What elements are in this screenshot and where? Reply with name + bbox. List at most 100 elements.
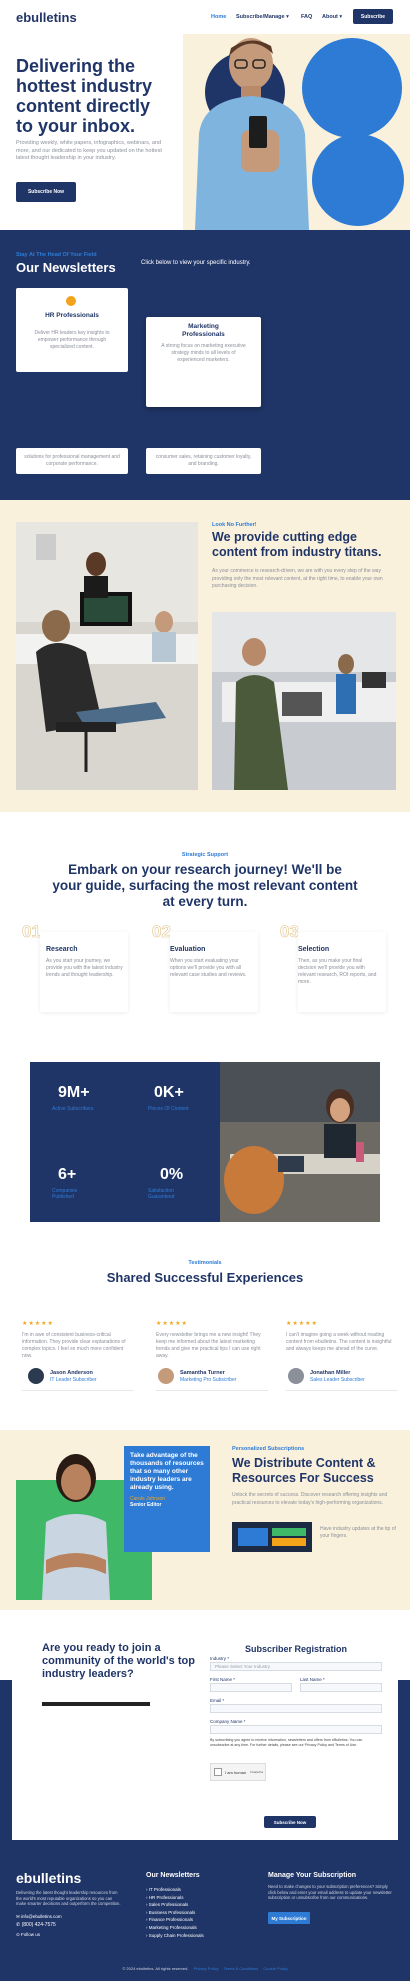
avatar	[28, 1368, 44, 1384]
cookie-link[interactable]: Cookie Policy	[263, 1966, 287, 1971]
stat-label: Companies Published	[52, 1188, 78, 1200]
nav-home[interactable]: Home	[211, 14, 226, 20]
nav-about[interactable]: About ▾	[322, 14, 342, 20]
footer-logo[interactable]: ebulletins	[16, 1870, 81, 1886]
testimonial-card: ★★★★★ I'm in awe of consistent business-…	[22, 1320, 134, 1410]
avatar	[158, 1368, 174, 1384]
newsletter-card-lower-1[interactable]: solutions for professional management an…	[16, 448, 128, 474]
card-title: HR Professionals	[45, 312, 99, 319]
hero-subscribe-button[interactable]: Subscribe Now	[16, 182, 76, 202]
step-title: Selection	[298, 946, 330, 953]
footer-phone[interactable]: ✆ (800) 424-7575	[16, 1922, 56, 1928]
my-subscription-button[interactable]: My Subscription	[268, 1912, 310, 1924]
stat-value: 6+	[58, 1166, 77, 1183]
office-photo-right	[212, 612, 396, 790]
logo[interactable]: ebulletins	[16, 10, 77, 25]
registration-panel: Are you ready to join a community of the…	[12, 1622, 398, 1840]
first-name-input[interactable]	[210, 1683, 292, 1692]
step-desc: As you start your journey, we provide yo…	[46, 958, 123, 978]
company-label: Company Name *	[210, 1719, 246, 1724]
email-field[interactable]	[210, 1704, 382, 1713]
testimonial-role: Marketing Pro Subscriber	[180, 1377, 237, 1383]
step-desc: When you start evaluating your options w…	[170, 958, 247, 978]
footer-newsletter-link[interactable]: › Supply Chain Professionals	[146, 1932, 204, 1940]
last-name-input[interactable]	[300, 1683, 382, 1692]
distribute-kicker: Personalized Subscriptions	[232, 1446, 305, 1452]
card-desc: solutions for professional management an…	[24, 454, 120, 467]
step-number: 03	[280, 922, 300, 942]
captcha-widget[interactable]: I am human hCaptcha	[210, 1763, 266, 1781]
card-title: Marketing Professionals	[182, 323, 225, 338]
register-submit-button[interactable]: Subscribe Now	[264, 1816, 316, 1828]
copyright: © 2024 ebulletins. All rights reserved.	[122, 1966, 189, 1971]
footer-newsletter-link[interactable]: › IT Professionals	[146, 1886, 204, 1894]
callout-box: Take advantage of the thousands of resou…	[124, 1446, 210, 1552]
newsletter-card-lower-2[interactable]: consumer sales, retaining customer loyal…	[146, 448, 261, 474]
privacy-link[interactable]: Privacy Policy	[194, 1966, 219, 1971]
testimonial-quote: I'm in awe of consistent business-critic…	[22, 1332, 126, 1359]
journey-title: Embark on your research journey! We'll b…	[52, 862, 358, 909]
stat-value: 9M+	[58, 1084, 90, 1101]
step-number: 01	[22, 922, 42, 942]
journey-step-evaluation: 02 Evaluation When you start evaluating …	[152, 922, 258, 1012]
stats-office-photo	[220, 1062, 380, 1222]
hero-blue-circle-2	[312, 134, 404, 226]
newsletters-kicker: Stay At The Head Of Your Field	[16, 252, 97, 258]
step-title: Evaluation	[170, 946, 206, 953]
industry-select[interactable]: Please Select Your Industry	[210, 1662, 382, 1671]
footer-newsletter-link[interactable]: › Business Professionals	[146, 1909, 204, 1917]
stat-value: 0K+	[154, 1084, 184, 1101]
footer-newsletter-link[interactable]: › Finance Professionals	[146, 1916, 204, 1924]
testimonials-kicker: Testimonials	[188, 1260, 222, 1266]
rating-stars: ★★★★★	[286, 1321, 318, 1327]
site-header: ebulletins Home Subscribe/Manage ▾ FAQ A…	[0, 0, 410, 34]
step-title: Research	[46, 946, 78, 953]
newsletters-section: Stay At The Head Of Your Field Our Newsl…	[0, 230, 410, 500]
cutting-title: We provide cutting edge content from ind…	[212, 530, 382, 559]
cutting-kicker: Look No Further!	[212, 522, 257, 528]
newsletters-instruction: Click below to view your specific indust…	[141, 260, 251, 266]
nav-subscribe-manage[interactable]: Subscribe/Manage ▾	[236, 14, 289, 20]
header-subscribe-button[interactable]: Subscribe	[353, 9, 393, 24]
distribute-title: We Distribute Content & Resources For Su…	[232, 1456, 376, 1485]
footer-manage-body: Need to make changes to your subscriptio…	[268, 1884, 392, 1901]
journey-section: Strategic Support Embark on your researc…	[0, 812, 410, 1052]
footer-newsletter-link[interactable]: › HR Professionals	[146, 1894, 204, 1902]
hr-icon	[66, 296, 76, 306]
avatar	[288, 1368, 304, 1384]
testimonial-quote: Every newsletter brings me a new insight…	[156, 1332, 261, 1359]
company-input[interactable]	[210, 1725, 382, 1734]
form-title: Subscriber Registration	[244, 1644, 348, 1654]
footer-about: Delivering the latest thought leadership…	[16, 1890, 121, 1907]
footer-newsletter-link[interactable]: › Sales Professionals	[146, 1901, 204, 1909]
first-name-label: First Name *	[210, 1677, 236, 1682]
nav-faq[interactable]: FAQ	[301, 14, 312, 20]
footer-follow[interactable]: ⊙ Follow us	[16, 1932, 40, 1938]
chevron-down-icon: ▾	[339, 14, 343, 20]
thumbnail-caption: Have industry updates at the tip of your…	[320, 1526, 396, 1539]
footer-newsletter-link[interactable]: › Marketing Professionals	[146, 1924, 204, 1932]
journey-step-selection: 03 Selection Then, as you make your fina…	[280, 922, 386, 1012]
last-name-label: Last Name *	[300, 1677, 325, 1682]
newsletter-card-marketing[interactable]: Marketing Professionals A strong focus o…	[146, 317, 261, 407]
cutting-body: As your commerce is research-driven, we …	[212, 568, 383, 589]
legal-text: By subscribing you agree to receive info…	[210, 1738, 363, 1747]
footer-email[interactable]: ✉ info@ebulletins.com	[16, 1914, 62, 1920]
stat-label: Satisfaction Guaranteed	[148, 1188, 175, 1200]
hero-body: Providing weekly, white papers, infograp…	[16, 140, 162, 161]
terms-link[interactable]: Terms & Conditions	[224, 1966, 259, 1971]
journey-kicker: Strategic Support	[181, 852, 229, 858]
testimonials-section: Testimonials Shared Successful Experienc…	[0, 1240, 410, 1430]
callout-role: Senior Editor	[130, 1502, 162, 1508]
stat-value: 0%	[160, 1166, 184, 1183]
captcha-checkbox[interactable]	[214, 1768, 222, 1776]
step-number: 02	[152, 922, 172, 942]
card-desc: consumer sales, retaining customer loyal…	[155, 454, 252, 467]
testimonial-role: Sales Leader Subscriber	[310, 1377, 365, 1383]
newsletter-card-hr[interactable]: HR Professionals Deliver HR leaders key …	[16, 288, 128, 372]
hero-title: Delivering the hottest industry content …	[16, 56, 153, 136]
captcha-brand: hCaptcha	[250, 1770, 263, 1774]
rating-stars: ★★★★★	[22, 1321, 54, 1327]
footer-bottom: © 2024 ebulletins. All rights reserved. …	[0, 1966, 410, 1971]
newsletters-title: Our Newsletters	[16, 260, 116, 275]
